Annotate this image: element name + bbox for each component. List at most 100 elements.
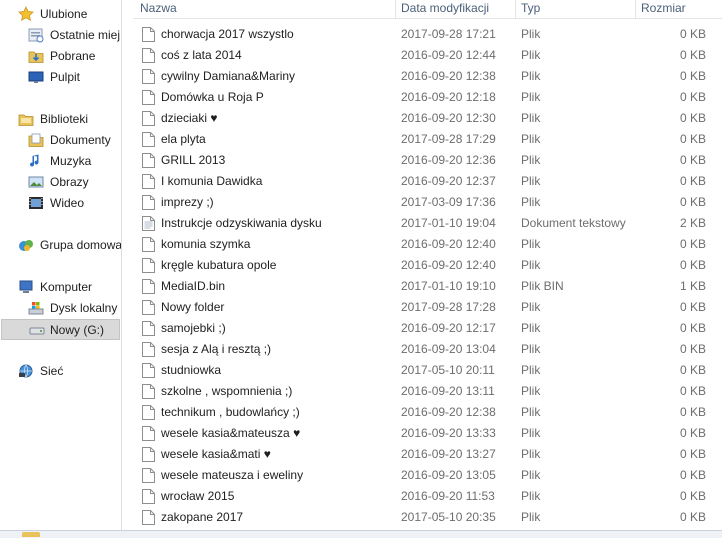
file-date-modified: 2016-09-20 12:38: [401, 405, 496, 419]
nav-label: Dysk lokalny: [50, 301, 118, 315]
text-document-icon: [142, 216, 155, 231]
file-icon: [142, 384, 155, 399]
file-row[interactable]: technikum , budowlańcy ;) 2016-09-20 12:3…: [133, 402, 718, 423]
nav-network[interactable]: Sieć: [18, 361, 118, 381]
file-icon: [142, 258, 155, 273]
file-icon: [142, 363, 155, 378]
nav-label: Dokumenty: [50, 133, 111, 147]
nav-documents[interactable]: Dokumenty: [28, 130, 118, 150]
file-row[interactable]: szkolne , wspomnienia ;) 2016-09-20 13:11…: [133, 381, 718, 402]
file-date-modified: 2017-05-10 20:35: [401, 510, 496, 524]
file-row[interactable]: Nowy folder 2017-09-28 17:28 Plik 0 KB: [133, 297, 718, 318]
file-size: 0 KB: [679, 342, 706, 356]
nav-pictures[interactable]: Obrazy: [28, 172, 118, 192]
column-divider[interactable]: [635, 0, 636, 18]
file-name: wesele kasia&mateusza ♥: [161, 426, 301, 440]
file-row[interactable]: wesele mateusza i eweliny 2016-09-20 13:0…: [133, 465, 718, 486]
file-row[interactable]: kręgle kubatura opole 2016-09-20 12:40 Pli…: [133, 255, 718, 276]
file-row[interactable]: studniowka 2017-05-10 20:11 Plik 0 KB: [133, 360, 718, 381]
file-type: Dokument tekstowy: [521, 216, 626, 230]
file-type: Plik: [521, 342, 541, 356]
file-icon: [142, 300, 155, 315]
file-row[interactable]: cywilny Damiana&Mariny 2016-09-20 12:38 Pl…: [133, 66, 718, 87]
file-name: Nowy folder: [161, 300, 225, 314]
file-row[interactable]: ela plyta 2017-09-28 17:29 Plik 0 KB: [133, 129, 718, 150]
file-date-modified: 2016-09-20 12:40: [401, 258, 496, 272]
file-size: 0 KB: [679, 405, 706, 419]
file-type: Plik: [521, 111, 541, 125]
file-name: MediaID.bin: [161, 279, 226, 293]
folder-icon: [22, 532, 40, 537]
file-row[interactable]: samojebki ;) 2016-09-20 12:17 Plik 0 KB: [133, 318, 718, 339]
star-icon: [18, 6, 34, 22]
file-type: Plik: [521, 48, 541, 62]
nav-libraries[interactable]: Biblioteki: [18, 109, 118, 129]
file-type: Plik: [521, 174, 541, 188]
nav-music[interactable]: Muzyka: [28, 151, 118, 171]
file-date-modified: 2017-01-10 19:04: [401, 216, 496, 230]
file-name: sesja z Alą i resztą ;): [161, 342, 272, 356]
file-size: 0 KB: [679, 195, 706, 209]
nav-downloads[interactable]: Pobrane: [28, 46, 118, 66]
file-row[interactable]: wesele kasia&mati ♥ 2016-09-20 13:27 Plik 0…: [133, 444, 718, 465]
nav-computer[interactable]: Komputer: [18, 277, 118, 297]
column-header-size[interactable]: Rozmiar: [641, 0, 686, 18]
file-type: Plik: [521, 195, 541, 209]
nav-label: Muzyka: [50, 154, 92, 168]
file-name: szkolne , wspomnienia ;): [161, 384, 293, 398]
file-type: Plik: [521, 321, 541, 335]
file-row[interactable]: coś z lata 2014 2016-09-20 12:44 Plik 0 KB: [133, 45, 718, 66]
nav-video[interactable]: Wideo: [28, 193, 118, 213]
file-size: 0 KB: [679, 489, 706, 503]
column-divider[interactable]: [515, 0, 516, 18]
file-row[interactable]: GRILL 2013 2016-09-20 12:36 Plik 0 KB: [133, 150, 718, 171]
file-row[interactable]: I komunia Dawidka 2016-09-20 12:37 Plik 0 K…: [133, 171, 718, 192]
file-type: Plik: [521, 258, 541, 272]
file-row[interactable]: sesja z Alą i resztą ;) 2016-09-20 13:04 P…: [133, 339, 718, 360]
file-type: Plik: [521, 153, 541, 167]
file-row[interactable]: komunia szymka 2016-09-20 12:40 Plik 0 KB: [133, 234, 718, 255]
homegroup-icon: [18, 237, 34, 253]
file-row[interactable]: imprezy ;) 2017-03-09 17:36 Plik 0 KB: [133, 192, 718, 213]
file-size: 0 KB: [679, 510, 706, 524]
file-name: zakopane 2017: [161, 510, 244, 524]
video-icon: [28, 195, 44, 211]
file-row[interactable]: Domówka u Roja P 2016-09-20 12:18 Plik 0 KB: [133, 87, 718, 108]
file-row[interactable]: dzieciaki ♥ 2016-09-20 12:30 Plik 0 KB: [133, 108, 718, 129]
libraries-icon: [18, 111, 34, 127]
column-header-name[interactable]: Nazwa: [140, 0, 177, 18]
nav-homegroup[interactable]: Grupa domowa: [18, 235, 121, 255]
file-row[interactable]: MediaID.bin 2017-01-10 19:10 Plik BIN 1 KB: [133, 276, 718, 297]
file-date-modified: 2017-09-28 17:28: [401, 300, 496, 314]
desktop-icon: [28, 69, 44, 85]
nav-local-disk[interactable]: Dysk lokalny: [28, 298, 118, 318]
nav-favorites[interactable]: Ulubione: [18, 4, 118, 24]
file-size: 0 KB: [679, 300, 706, 314]
recent-places-icon: [28, 27, 44, 43]
file-name: samojebki ;): [161, 321, 226, 335]
file-size: 0 KB: [679, 447, 706, 461]
file-type: Plik: [521, 27, 541, 41]
file-row[interactable]: chorwacja 2017 wszystlo 2017-09-28 17:21 P…: [133, 24, 718, 45]
file-type: Plik: [521, 468, 541, 482]
file-date-modified: 2016-09-20 12:44: [401, 48, 496, 62]
file-row[interactable]: wesele kasia&mateusza ♥ 2016-09-20 13:33 P…: [133, 423, 718, 444]
file-size: 0 KB: [679, 90, 706, 104]
file-row[interactable]: Instrukcje odzyskiwania dysku 2017-01-10 …: [133, 213, 718, 234]
file-icon: [142, 69, 155, 84]
column-divider[interactable]: [395, 0, 396, 18]
nav-removable-drive-g[interactable]: Nowy (G:): [1, 319, 120, 340]
nav-desktop[interactable]: Pulpit: [28, 67, 118, 87]
music-icon: [28, 153, 44, 169]
file-row[interactable]: wrocław 2015 2016-09-20 11:53 Plik 0 KB: [133, 486, 718, 507]
file-name: dzieciaki ♥: [161, 111, 218, 125]
column-header-date[interactable]: Data modyfikacji: [401, 0, 489, 18]
file-icon: [142, 489, 155, 504]
file-row[interactable]: zakopane 2017 2017-05-10 20:35 Plik 0 KB: [133, 507, 718, 528]
column-header-type[interactable]: Typ: [521, 0, 540, 18]
file-name: technikum , budowlańcy ;): [161, 405, 300, 419]
nav-label: Pobrane: [50, 49, 96, 63]
file-date-modified: 2016-09-20 12:38: [401, 69, 496, 83]
nav-recent-places[interactable]: Ostatnie miej: [28, 25, 121, 45]
file-icon: [142, 48, 155, 63]
